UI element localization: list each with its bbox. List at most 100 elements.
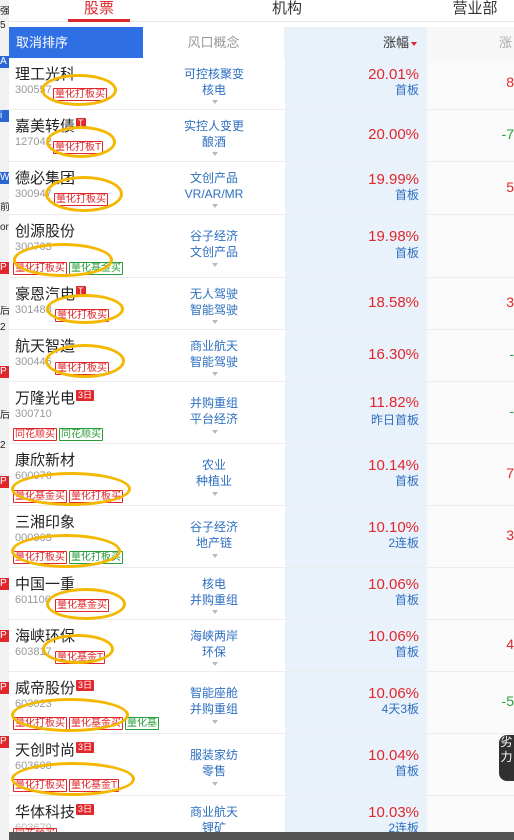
signal-tag: 量化打板买: [55, 362, 109, 375]
table-row[interactable]: 威帝股份 3日 603023 量化打板买 量化基金买 量化基 智能座舱 并购重组 10…: [9, 672, 514, 734]
stock-code: 603608: [15, 760, 52, 772]
concept-expand-icon[interactable]: [212, 554, 218, 558]
streak-badge: 3日: [76, 390, 95, 401]
concept-expand-icon[interactable]: [212, 610, 218, 614]
board-status: 首板: [394, 246, 419, 260]
next-column-value: 3: [506, 527, 514, 543]
concept-expand-icon[interactable]: [212, 100, 218, 104]
concept-2: VR/AR/MR: [184, 187, 244, 201]
signal-tag: 量化打板买: [53, 88, 107, 101]
signal-tag: 量化打板买: [54, 193, 108, 206]
board-status: 2连板: [388, 536, 419, 550]
strip-mark: 2: [0, 440, 6, 451]
tab-active-indicator: [68, 19, 130, 22]
table-row[interactable]: 理工光科 300557 量化打板买 可控核聚变 核电 20.01% 首板 8: [9, 58, 514, 110]
concept-expand-icon[interactable]: [212, 204, 218, 208]
signal-tag: 量化打板买: [13, 551, 67, 564]
change-percent: 10.14%: [368, 457, 419, 474]
concept-expand-icon[interactable]: [212, 372, 218, 376]
board-status: 昨日首板: [370, 413, 419, 427]
stock-name: 海峡环保: [15, 628, 76, 645]
bottom-bar: [0, 832, 514, 840]
tab-bar: 股票 机构 营业部: [0, 0, 514, 22]
stock-code: 603817: [15, 646, 52, 658]
table-row[interactable]: 中国一重 601106 量化基金买 核电 并购重组 10.06% 首板: [9, 568, 514, 620]
next-column-header[interactable]: 涨: [427, 27, 514, 58]
concept-expand-icon[interactable]: [212, 430, 218, 434]
signal-tags: 量化打板买: [54, 189, 110, 206]
table-row[interactable]: 航天智造 300446 量化打板买 商业航天 智能驾驶 16.30% -: [9, 330, 514, 382]
stock-name: 天创时尚 3日: [15, 742, 95, 759]
concept-1: 核电: [201, 577, 226, 591]
signal-tag: 量化基金T: [69, 779, 120, 792]
stock-code: 127042: [15, 136, 52, 148]
board-status: 首板: [394, 188, 419, 202]
next-column-value: 3: [506, 294, 514, 310]
change-percent: 10.06%: [368, 628, 419, 645]
signal-tag: 量化打板买: [13, 262, 67, 275]
stock-name: 万隆光电 3日: [15, 390, 95, 407]
table-row[interactable]: 德必集团 300947 量化打板买 文创产品 VR/AR/MR 19.99% 首…: [9, 162, 514, 215]
concept-expand-icon[interactable]: [212, 662, 218, 666]
concept-expand-icon[interactable]: [212, 320, 218, 324]
floating-assistant-button[interactable]: 劣力: [499, 735, 514, 781]
signal-tag: 量化打板买: [13, 779, 67, 792]
board-status: 首板: [394, 474, 419, 488]
table-row[interactable]: 豪恩汽电 T 301488 量化打板买 无人驾驶 智能驾驶 18.58% 3: [9, 278, 514, 330]
tab-institutions[interactable]: 机构: [255, 0, 319, 22]
table-row[interactable]: 三湘印象 000863 量化打板买 量化打板买 谷子经济 地产链 10.10% 2…: [9, 506, 514, 568]
change-percent: 11.82%: [369, 394, 419, 411]
change-percent: 10.04%: [368, 747, 419, 764]
concept-2: 酿酒: [201, 135, 226, 149]
stock-code: 300947: [15, 188, 52, 200]
tab-brokerages[interactable]: 营业部: [440, 0, 510, 22]
stock-name: 三湘印象: [15, 514, 76, 531]
signal-tags: 同花顺买 同花顺买: [13, 424, 105, 441]
concept-expand-icon[interactable]: [212, 720, 218, 724]
stock-name: 威帝股份 3日: [15, 680, 95, 697]
concept-1: 可控核聚变: [183, 67, 244, 81]
change-percent: 20.01%: [368, 66, 419, 83]
stock-name-text: 万隆光电: [15, 390, 76, 407]
floating-button-text: 劣力: [500, 735, 513, 764]
board-status: 4天3板: [381, 702, 419, 716]
concept-expand-icon[interactable]: [212, 263, 218, 267]
left-edge-strip: 强 5 A i W 前 or P 后 2 P 2 后 P P P P P: [0, 0, 9, 840]
concept-column-header[interactable]: 风口概念: [143, 27, 285, 58]
strip-mark: 后: [0, 306, 9, 317]
signal-tag: 量化打板T: [53, 141, 104, 154]
table-row[interactable]: 嘉美转债 T 127042 量化打板T 实控人变更 酿酒 20.00% -7: [9, 110, 514, 162]
stock-name: 嘉美转债 T: [15, 118, 86, 135]
signal-tag: 量化打板买: [13, 717, 67, 730]
stock-code: 300703: [15, 241, 52, 253]
stock-code: 300710: [15, 408, 52, 420]
signal-tags: 量化打板买 量化基金买: [13, 258, 125, 275]
concept-expand-icon[interactable]: [212, 492, 218, 496]
table-row[interactable]: 天创时尚 3日 603608 量化打板买 量化基金T 服装家纺 零售 10.04% …: [9, 734, 514, 796]
change-column-label: 涨幅: [382, 35, 409, 50]
table-row[interactable]: 万隆光电 3日 300710 同花顺买 同花顺买 并购重组 平台经济 11.82% …: [9, 382, 514, 444]
board-status: 首板: [394, 764, 419, 778]
table-row[interactable]: 康欣新材 600076 量化基金买 量化打板买 农业 种植业 10.14% 首板 …: [9, 444, 514, 506]
change-percent: 10.06%: [368, 685, 419, 702]
strip-mark: P: [0, 578, 9, 590]
table-row[interactable]: 创源股份 300703 量化打板买 量化基金买 谷子经济 文创产品 19.98% …: [9, 215, 514, 278]
table-row[interactable]: 海峡环保 603817 量化基金T 海峡两岸 环保 10.06% 首板 4: [9, 620, 514, 672]
next-column-value: 4: [506, 636, 514, 652]
signal-tags: 量化打板买: [55, 305, 111, 322]
change-column-header[interactable]: 涨幅: [285, 27, 427, 58]
concept-expand-icon[interactable]: [212, 152, 218, 156]
strip-mark: P: [0, 682, 9, 694]
concept-expand-icon[interactable]: [212, 782, 218, 786]
streak-badge: 3日: [76, 804, 95, 815]
unsort-button[interactable]: 取消排序: [9, 27, 143, 58]
next-column-value: -5: [501, 693, 514, 709]
signal-tag: 同花顺买: [59, 428, 103, 441]
strip-mark: P: [0, 262, 9, 274]
stock-name-text: 华体科技: [15, 804, 76, 821]
stock-name-text: 嘉美转债: [15, 118, 76, 135]
concept-1: 商业航天: [189, 339, 238, 353]
concept-2: 并购重组: [189, 593, 238, 607]
signal-tags: 量化基金买: [55, 595, 111, 612]
sort-desc-icon: [411, 41, 417, 46]
